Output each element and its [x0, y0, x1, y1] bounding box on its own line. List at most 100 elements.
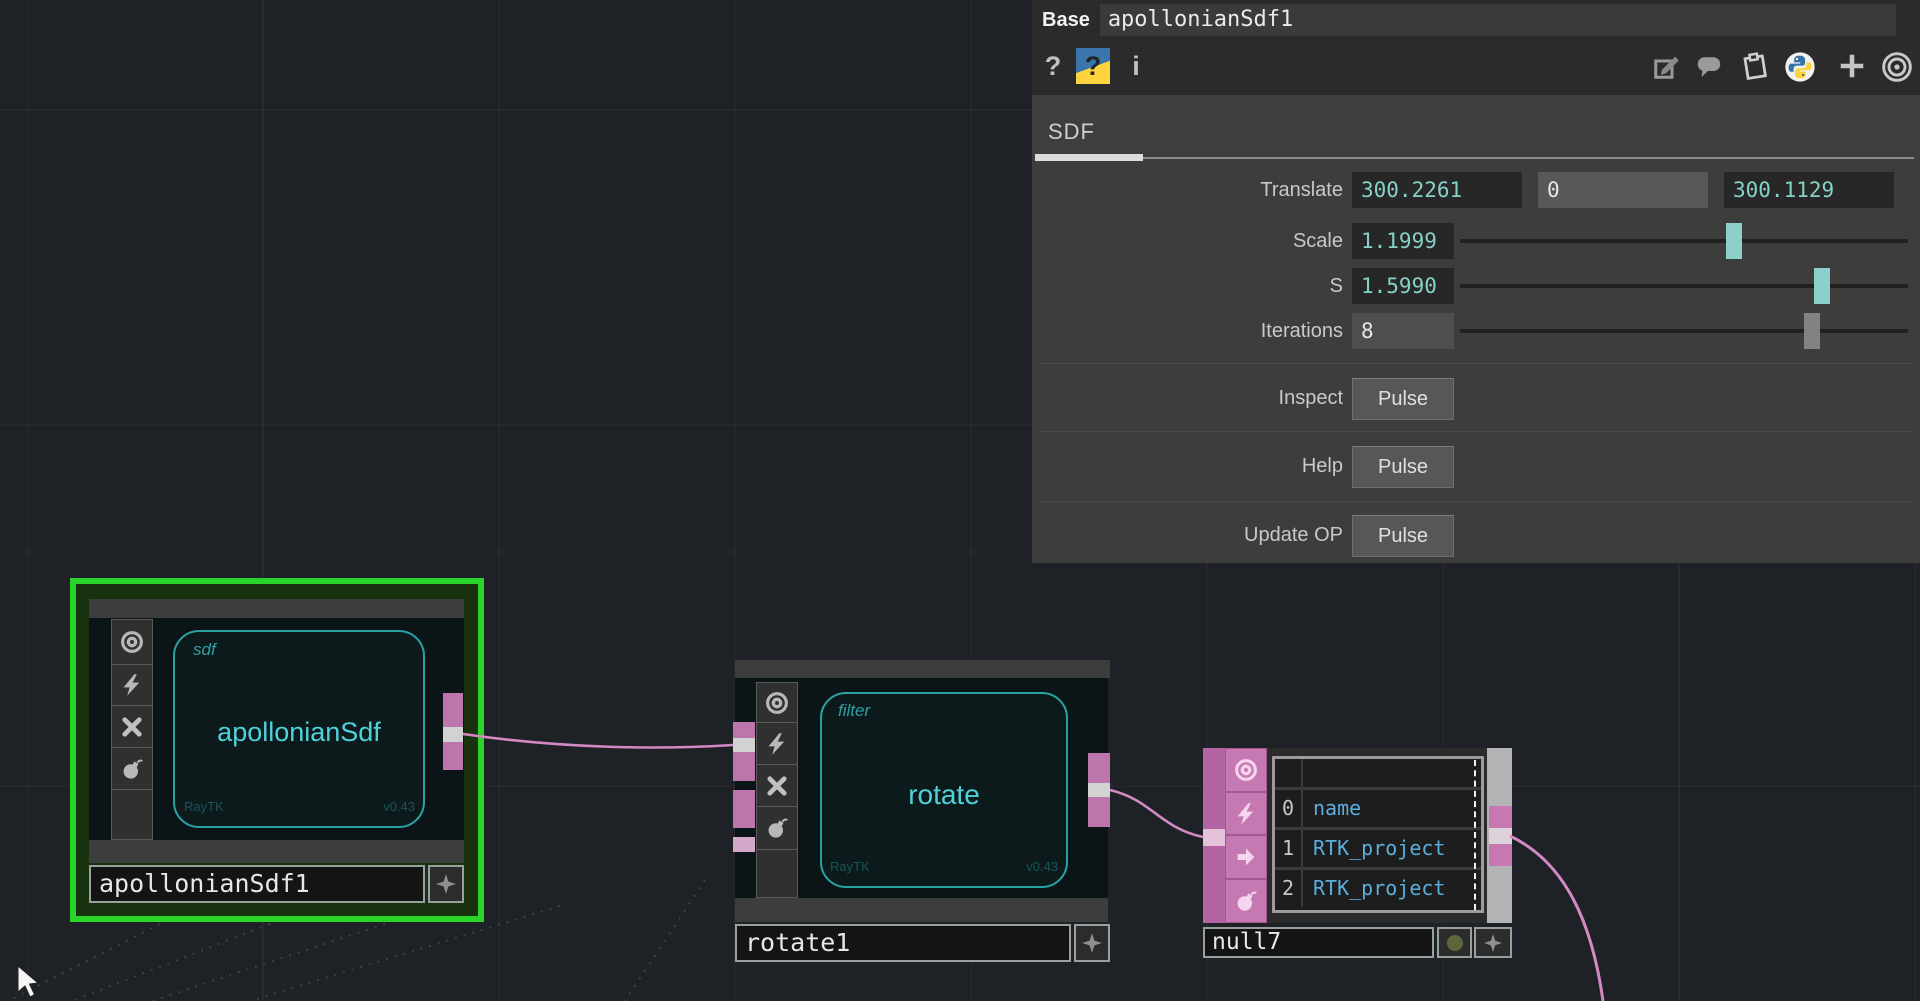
- param-label[interactable]: Update OP: [1032, 515, 1343, 555]
- parameter-dialog-toolbar: ? ? i: [1032, 40, 1920, 95]
- bypass-flag-button[interactable]: [111, 706, 153, 748]
- iterations-field[interactable]: 8: [1352, 313, 1454, 349]
- help-pulse-button[interactable]: Pulse: [1352, 446, 1454, 488]
- clipboard-icon[interactable]: [1740, 51, 1770, 81]
- param-row-s: S 1.5990: [1032, 266, 1920, 306]
- param-row-translate: Translate 300.2261 0 300.1129: [1032, 170, 1920, 210]
- x-icon: [120, 715, 144, 739]
- lightning-icon: [765, 732, 789, 756]
- lightning-icon: [1234, 802, 1258, 826]
- node-name-field[interactable]: rotate1: [735, 924, 1071, 962]
- help-icon[interactable]: ?: [1040, 48, 1066, 84]
- table-row: 2 RTK_project: [1275, 870, 1481, 907]
- info-icon[interactable]: i: [1126, 48, 1146, 84]
- node-comment-button[interactable]: [1074, 924, 1110, 962]
- cook-flag-button[interactable]: [756, 723, 798, 765]
- node-color-button[interactable]: [1437, 927, 1472, 958]
- param-row-help: Help Pulse: [1032, 446, 1920, 486]
- node-null7-flag-column: [1225, 748, 1267, 923]
- row-separator: [1040, 501, 1914, 502]
- node-rotate-topbar[interactable]: [735, 660, 1110, 678]
- iterations-slider-handle[interactable]: [1804, 313, 1820, 349]
- translate-z-field[interactable]: 300.1129: [1724, 172, 1894, 208]
- table-row: 0 name: [1275, 790, 1481, 827]
- viewer-flag-button[interactable]: [111, 619, 153, 665]
- export-flag-button[interactable]: [1225, 835, 1267, 879]
- param-label[interactable]: S: [1032, 266, 1343, 306]
- cook-flag-button[interactable]: [111, 665, 153, 706]
- bullseye-icon[interactable]: [1881, 51, 1911, 81]
- node-apollonianSdf-flag-column: [111, 619, 153, 840]
- bomb-flag-button[interactable]: [111, 748, 153, 790]
- node-null7-input-active[interactable]: [1203, 829, 1225, 846]
- table-resize-guide[interactable]: [1474, 760, 1476, 910]
- node-version-label: v0.43: [173, 799, 415, 814]
- node-rotate-output-active[interactable]: [1088, 783, 1110, 797]
- lightning-icon: [120, 673, 144, 697]
- param-label[interactable]: Iterations: [1032, 311, 1343, 351]
- param-label[interactable]: Inspect: [1032, 378, 1343, 418]
- node-name-field[interactable]: apollonianSdf1: [89, 865, 425, 903]
- node-category-label: filter: [838, 701, 870, 721]
- bomb-flag-button[interactable]: [756, 807, 798, 850]
- bomb-flag-button[interactable]: [1225, 879, 1267, 923]
- node-apollonianSdf-bottombar: [89, 840, 464, 863]
- edit-icon[interactable]: [1652, 51, 1682, 81]
- empty-flag-cell: [756, 850, 798, 898]
- color-dot-icon: [1445, 933, 1465, 953]
- node-comment-button[interactable]: [428, 865, 464, 903]
- bypass-flag-button[interactable]: [756, 765, 798, 807]
- sparkle-icon: [1483, 933, 1503, 953]
- viewer-flag-button[interactable]: [756, 682, 798, 723]
- inspect-pulse-button[interactable]: Pulse: [1352, 378, 1454, 420]
- bomb-icon: [1234, 889, 1258, 913]
- node-null7-dat-table[interactable]: 0 name 1 RTK_project 2 RTK_project: [1272, 756, 1484, 913]
- param-label[interactable]: Help: [1032, 446, 1343, 486]
- node-rotate-bottombar: [735, 898, 1108, 922]
- tab-active-indicator: [1035, 154, 1143, 161]
- row-separator: [1040, 363, 1914, 364]
- parameter-page-tabs: SDF: [1032, 95, 1920, 165]
- s-field[interactable]: 1.5990: [1352, 268, 1454, 304]
- python-help-icon[interactable]: ?: [1076, 48, 1110, 84]
- python-icon[interactable]: [1784, 51, 1814, 81]
- arrow-right-icon: [1234, 845, 1258, 869]
- scale-slider-handle[interactable]: [1726, 223, 1742, 259]
- node-version-label: v0.43: [820, 859, 1058, 874]
- scale-field[interactable]: 1.1999: [1352, 223, 1454, 259]
- scale-slider[interactable]: [1460, 239, 1908, 243]
- translate-y-field[interactable]: 0: [1538, 172, 1708, 208]
- bomb-icon: [765, 816, 789, 840]
- param-row-scale: Scale 1.1999: [1032, 221, 1920, 261]
- cook-flag-button[interactable]: [1225, 792, 1267, 835]
- parameter-dialog: Base apollonianSdf1 ? ? i: [1032, 0, 1920, 563]
- node-rotate-input2-connector[interactable]: [733, 790, 755, 828]
- add-icon[interactable]: [1837, 51, 1867, 81]
- x-icon: [765, 774, 789, 798]
- op-name-field[interactable]: apollonianSdf1: [1100, 4, 1896, 36]
- bomb-icon: [120, 757, 144, 781]
- translate-x-field[interactable]: 300.2261: [1352, 172, 1522, 208]
- tab-sdf[interactable]: SDF: [1048, 119, 1095, 145]
- update-op-pulse-button[interactable]: Pulse: [1352, 515, 1454, 557]
- comment-icon[interactable]: [1694, 51, 1724, 81]
- sparkle-icon: [1081, 932, 1103, 954]
- node-rotate-input3-connector[interactable]: [733, 837, 755, 852]
- s-slider[interactable]: [1460, 284, 1908, 288]
- param-row-inspect: Inspect Pulse: [1032, 378, 1920, 418]
- node-rotate-input1-active[interactable]: [733, 738, 755, 752]
- node-apollonianSdf-output-active[interactable]: [443, 727, 463, 742]
- param-label[interactable]: Translate: [1032, 170, 1343, 210]
- sparkle-icon: [435, 873, 457, 895]
- viewer-flag-button[interactable]: [1225, 748, 1267, 792]
- iterations-slider[interactable]: [1460, 329, 1908, 333]
- bullseye-icon: [119, 629, 145, 655]
- node-apollonianSdf-topbar[interactable]: [89, 599, 464, 618]
- row-separator: [1040, 431, 1914, 432]
- node-name-field[interactable]: null7: [1203, 927, 1434, 958]
- s-slider-handle[interactable]: [1814, 268, 1830, 304]
- param-label[interactable]: Scale: [1032, 221, 1343, 261]
- node-null7-output-active[interactable]: [1489, 828, 1512, 844]
- node-category-label: sdf: [193, 640, 216, 660]
- node-comment-button[interactable]: [1474, 927, 1512, 958]
